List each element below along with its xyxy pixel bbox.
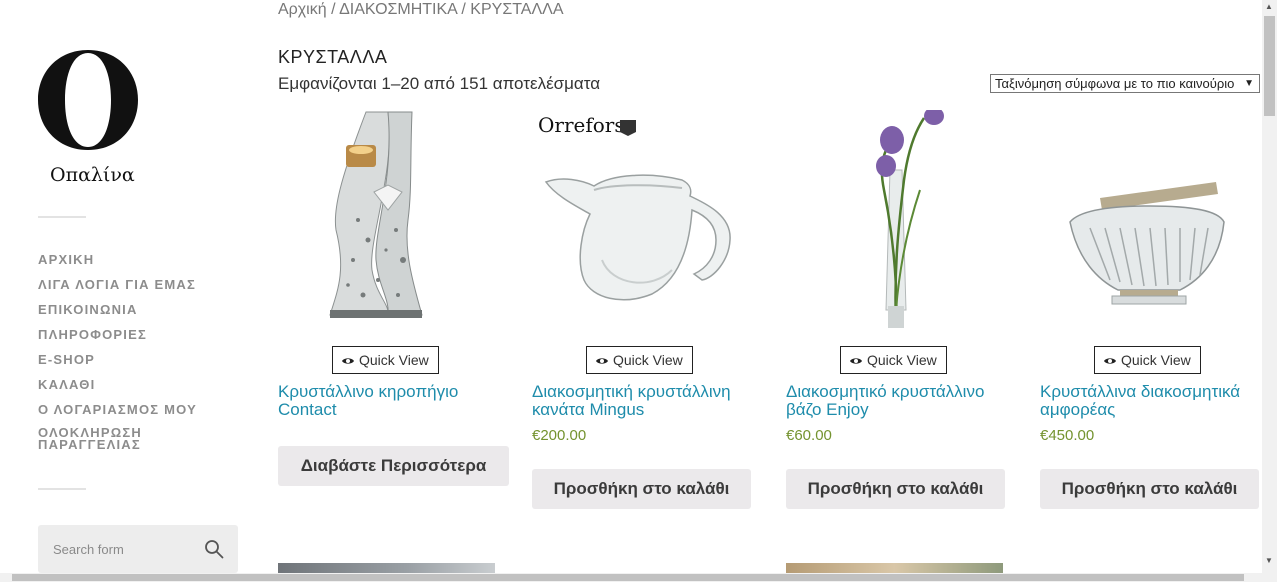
quick-view-button[interactable]: Quick View bbox=[1094, 346, 1201, 374]
sidebar-divider-bottom bbox=[38, 488, 86, 490]
nav-item-info[interactable]: ΠΛΗΡΟΦΟΡΙΕΣ bbox=[38, 327, 238, 352]
product-price: €450.00 bbox=[1040, 427, 1095, 444]
quick-view-label: Quick View bbox=[867, 352, 937, 368]
scroll-up-icon[interactable]: ▲ bbox=[1265, 2, 1273, 11]
nav-item-about[interactable]: ΛΙΓΑ ΛΟΓΙΑ ΓΙΑ ΕΜΑΣ bbox=[38, 277, 238, 302]
vertical-scrollbar[interactable]: ▲ ▼ bbox=[1262, 0, 1277, 582]
nav-item-checkout[interactable]: ΟΛΟΚΛΗΡΩΣΗ ΠΑΡΑΓΓΕΛΙΑΣ bbox=[38, 426, 158, 452]
logo-text: Οπαλίνα bbox=[50, 164, 135, 186]
nav-item-cart[interactable]: ΚΑΛΑΘΙ bbox=[38, 377, 238, 402]
add-to-cart-button[interactable]: Προσθήκη στο καλάθι bbox=[1040, 469, 1259, 509]
nav-item-home[interactable]: ΑΡΧΙΚΗ bbox=[38, 252, 238, 277]
product-price: €200.00 bbox=[532, 427, 587, 444]
quick-view-button[interactable]: Quick View bbox=[586, 346, 693, 374]
eye-icon bbox=[850, 358, 862, 364]
product-image[interactable] bbox=[1040, 110, 1258, 328]
main-nav: ΑΡΧΙΚΗ ΛΙΓΑ ΛΟΓΙΑ ΓΙΑ ΕΜΑΣ ΕΠΙΚΟΙΝΩΝΙΑ Π… bbox=[38, 252, 238, 452]
product-price: €60.00 bbox=[786, 427, 832, 444]
dropdown-arrow-icon: ▼ bbox=[1244, 78, 1254, 89]
sidebar-divider-top bbox=[38, 216, 86, 218]
nav-item-account[interactable]: Ο ΛΟΓΑΡΙΑΣΜΟΣ ΜΟΥ bbox=[38, 402, 238, 427]
logo-o-mark bbox=[38, 50, 138, 150]
search-box bbox=[38, 525, 238, 573]
eye-icon bbox=[596, 358, 608, 364]
product-image[interactable] bbox=[786, 110, 1004, 328]
breadcrumb[interactable]: Αρχική / ΔΙΑΚΟΣΜΗΤΙΚΑ / ΚΡΥΣΤΑΛΛΑ bbox=[278, 1, 564, 19]
quick-view-label: Quick View bbox=[1121, 352, 1191, 368]
nav-item-eshop[interactable]: E-SHOP bbox=[38, 352, 238, 377]
add-to-cart-button[interactable]: Προσθήκη στο καλάθι bbox=[786, 469, 1005, 509]
search-icon[interactable] bbox=[204, 539, 224, 559]
eye-icon bbox=[1104, 358, 1116, 364]
read-more-button[interactable]: Διαβάστε Περισσότερα bbox=[278, 446, 509, 486]
product-image[interactable] bbox=[278, 110, 496, 328]
brand-logo-text: Orrefors bbox=[538, 113, 625, 137]
sort-selected-label: Ταξινόμηση σύμφωνα με το πιο καινούριο bbox=[995, 76, 1235, 91]
quick-view-button[interactable]: Quick View bbox=[332, 346, 439, 374]
scrollbar-thumb[interactable] bbox=[1264, 16, 1275, 116]
scroll-down-icon[interactable]: ▼ bbox=[1265, 556, 1273, 565]
quick-view-label: Quick View bbox=[359, 352, 429, 368]
page: Οπαλίνα ΑΡΧΙΚΗ ΛΙΓΑ ΛΟΓΙΑ ΓΙΑ ΕΜΑΣ ΕΠΙΚΟ… bbox=[0, 0, 1277, 582]
sort-select[interactable]: Ταξινόμηση σύμφωνα με το πιο καινούριο ▼ bbox=[990, 74, 1260, 93]
product-image[interactable]: Orrefors bbox=[532, 110, 750, 328]
eye-icon bbox=[342, 358, 354, 364]
product-name[interactable]: Διακοσμητική κρυστάλλινη κανάτα Mingus bbox=[532, 383, 756, 419]
scrollbar-thumb[interactable] bbox=[12, 574, 1244, 581]
horizontal-scrollbar[interactable] bbox=[0, 573, 1262, 582]
quick-view-label: Quick View bbox=[613, 352, 683, 368]
product-name[interactable]: Διακοσμητικό κρυστάλλινο βάζο Enjoy bbox=[786, 383, 1010, 419]
product-name[interactable]: Κρυστάλλινα διακοσμητικά αμφορέας bbox=[1040, 383, 1264, 419]
add-to-cart-button[interactable]: Προσθήκη στο καλάθι bbox=[532, 469, 751, 509]
search-input[interactable] bbox=[38, 525, 198, 573]
results-count: Εμφανίζονται 1–20 από 151 αποτελέσματα bbox=[278, 74, 601, 93]
quick-view-button[interactable]: Quick View bbox=[840, 346, 947, 374]
nav-item-contact[interactable]: ΕΠΙΚΟΙΝΩΝΙΑ bbox=[38, 302, 238, 327]
product-name[interactable]: Κρυστάλλινο κηροπήγιο Contact bbox=[278, 383, 502, 419]
page-title: ΚΡΥΣΤΑΛΛΑ bbox=[278, 47, 388, 67]
